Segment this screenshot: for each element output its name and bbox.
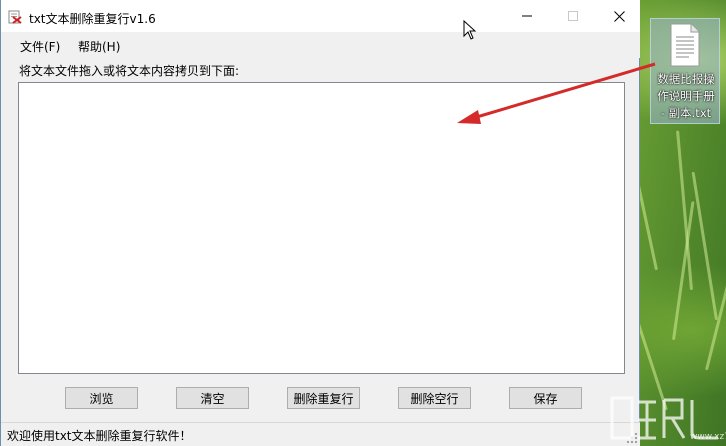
file-label-line: - 副本.txt (660, 106, 712, 120)
watermark-text: www.xz7.com (690, 432, 726, 442)
close-button[interactable] (596, 0, 642, 32)
minimize-icon (522, 15, 532, 17)
app-icon[interactable] (8, 10, 22, 24)
remove-blank-lines-button[interactable]: 删除空行 (398, 387, 471, 409)
title-bar[interactable]: txt文本删除重复行v1.6 (1, 0, 640, 32)
remove-duplicates-button[interactable]: 删除重复行 (287, 387, 360, 409)
app-window: txt文本删除重复行v1.6 文件(F) 帮助(H) 将文本文件拖入或将文本内容… (0, 0, 640, 446)
menu-file[interactable]: 文件(F) (20, 38, 60, 55)
close-icon (613, 10, 625, 22)
text-input-area[interactable] (18, 82, 625, 374)
status-bar: 欢迎使用txt文本删除重复行软件！ (1, 422, 640, 446)
window-title: txt文本删除重复行v1.6 (29, 12, 156, 26)
file-label-line: 数据比报操 (657, 72, 715, 86)
drop-instruction-label: 将文本文件拖入或将文本内容拷贝到下面: (19, 64, 240, 78)
minimize-button[interactable] (504, 0, 550, 32)
menu-bar: 文件(F) 帮助(H) (1, 32, 640, 58)
maximize-button[interactable] (550, 0, 596, 32)
maximize-icon (568, 11, 578, 21)
mouse-pointer-icon (463, 20, 477, 40)
clear-button[interactable]: 清空 (176, 387, 249, 409)
menu-help[interactable]: 帮助(H) (78, 38, 120, 55)
desktop-file-label: 数据比报操 作说明手册 - 副本.txt (653, 71, 719, 122)
browse-button[interactable]: 浏览 (65, 387, 138, 409)
resize-grip-icon[interactable] (627, 433, 637, 443)
save-button[interactable]: 保存 (509, 387, 582, 409)
file-label-line: 作说明手册 (657, 89, 715, 103)
status-text: 欢迎使用txt文本删除重复行软件！ (7, 429, 192, 443)
desktop-file-item[interactable]: 数据比报操 作说明手册 - 副本.txt (650, 18, 720, 124)
text-file-icon (670, 23, 700, 67)
